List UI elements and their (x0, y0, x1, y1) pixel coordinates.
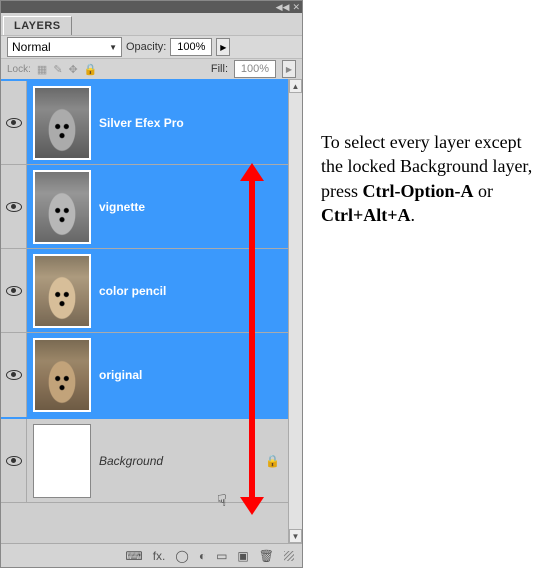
visibility-toggle[interactable] (1, 419, 27, 502)
opacity-input[interactable]: 100% (170, 38, 212, 56)
group-icon[interactable]: ▭ (216, 549, 227, 563)
adjustment-icon[interactable]: ◐ (199, 549, 206, 563)
layer-thumbnail[interactable] (33, 338, 91, 412)
layer-thumbnail[interactable] (33, 424, 91, 498)
layer-row-background[interactable]: Background 🔒 (1, 419, 288, 503)
layer-name[interactable]: original (99, 368, 142, 382)
layer-name[interactable]: Background (99, 454, 163, 468)
collapse-icon[interactable]: ◀◀ (276, 3, 290, 12)
instruction-period: . (411, 205, 416, 225)
scroll-up-icon[interactable]: ▲ (289, 79, 302, 93)
layer-name[interactable]: color pencil (99, 284, 166, 298)
layer-thumbnail[interactable] (33, 170, 91, 244)
lock-row: Lock: ▦ ✎ ✥ 🔒 Fill: 100% ▶ (1, 59, 302, 79)
layers-tab[interactable]: LAYERS (3, 16, 72, 35)
chevron-down-icon: ▼ (109, 43, 117, 52)
visibility-toggle[interactable] (1, 165, 27, 248)
panel-footer: ⌨ fx. ◯ ◐ ▭ ▣ 🗑 (1, 543, 302, 567)
shortcut-text: Ctrl+Alt+A (321, 205, 411, 225)
trash-icon[interactable]: 🗑 (259, 549, 274, 563)
fill-label: Fill: (211, 63, 228, 75)
resize-handle-icon[interactable] (284, 551, 294, 561)
lock-icon: 🔒 (265, 454, 280, 468)
lock-transparency-icon[interactable]: ▦ (37, 63, 47, 76)
eye-icon (6, 456, 22, 466)
layer-options-row: Normal ▼ Opacity: 100% ▶ (1, 35, 302, 59)
link-layers-icon[interactable]: ⌨ (125, 549, 142, 563)
visibility-toggle[interactable] (1, 333, 27, 417)
layer-name[interactable]: vignette (99, 200, 145, 214)
fill-slider-button[interactable]: ▶ (282, 60, 296, 78)
layer-list: Silver Efex Pro vignette color pencil (1, 79, 302, 543)
lock-icons-group: ▦ ✎ ✥ 🔒 (37, 63, 98, 76)
opacity-slider-button[interactable]: ▶ (216, 38, 230, 56)
lock-all-icon[interactable]: 🔒 (84, 63, 98, 76)
lock-pixels-icon[interactable]: ✎ (53, 63, 62, 76)
fill-input[interactable]: 100% (234, 60, 276, 78)
instruction-or: or (474, 181, 494, 201)
layer-thumbnail[interactable] (33, 86, 91, 160)
panel-tabs: LAYERS (1, 13, 302, 35)
lock-label: Lock: (7, 64, 31, 75)
lock-position-icon[interactable]: ✥ (69, 63, 78, 76)
eye-icon (6, 118, 22, 128)
visibility-toggle[interactable] (1, 249, 27, 332)
mask-icon[interactable]: ◯ (175, 549, 188, 563)
scrollbar[interactable]: ▲ ▼ (288, 79, 302, 543)
instruction-text: To select every layer except the locked … (303, 0, 557, 568)
scroll-down-icon[interactable]: ▼ (289, 529, 302, 543)
close-icon[interactable]: ✕ (292, 3, 300, 12)
blend-mode-value: Normal (12, 40, 51, 54)
layer-name[interactable]: Silver Efex Pro (99, 116, 184, 130)
layer-row[interactable]: original (1, 333, 288, 417)
opacity-label: Opacity: (126, 41, 166, 53)
fx-icon[interactable]: fx. (153, 549, 166, 563)
layer-row[interactable]: Silver Efex Pro (1, 81, 288, 165)
layer-thumbnail[interactable] (33, 254, 91, 328)
shortcut-text: Ctrl-Option-A (363, 181, 474, 201)
eye-icon (6, 202, 22, 212)
layer-row[interactable]: color pencil (1, 249, 288, 333)
eye-icon (6, 286, 22, 296)
blend-mode-select[interactable]: Normal ▼ (7, 37, 122, 57)
eye-icon (6, 370, 22, 380)
selection-arrow-annotation (249, 179, 255, 499)
selected-layers-block: Silver Efex Pro vignette color pencil (1, 79, 288, 419)
visibility-toggle[interactable] (1, 81, 27, 164)
layers-panel: ◀◀ ✕ LAYERS Normal ▼ Opacity: 100% ▶ Loc… (0, 0, 303, 568)
new-layer-icon[interactable]: ▣ (237, 549, 248, 563)
panel-titlebar: ◀◀ ✕ (1, 1, 302, 13)
